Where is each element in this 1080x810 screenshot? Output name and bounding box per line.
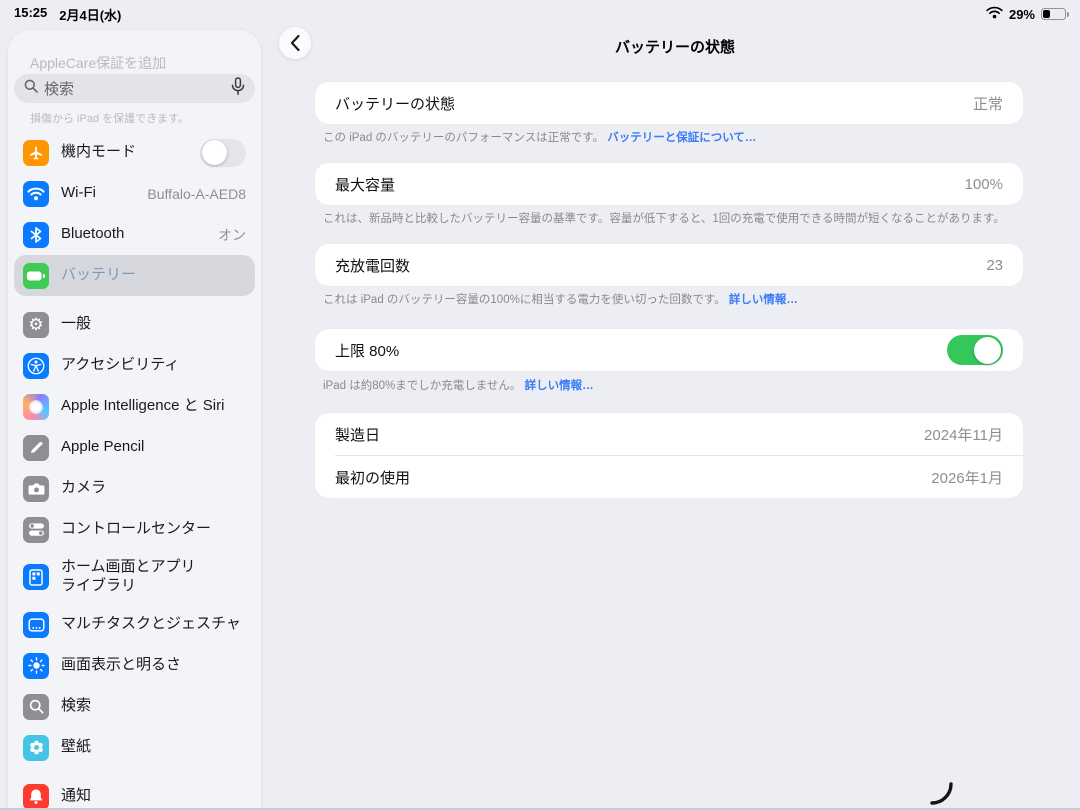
battery-status-icon — [1041, 8, 1066, 20]
sidebar-item-label: Bluetooth — [61, 225, 218, 244]
applecare-banner-caption: 損傷から iPad を保護できます。 — [30, 110, 261, 126]
battery-state-value: 正常 — [973, 93, 1003, 114]
battery-warranty-link[interactable]: バッテリーと保証について… — [607, 132, 756, 144]
charge-limit-footer: iPad は約80%までしか充電しません。 詳しい情報… — [323, 379, 1023, 394]
wallpaper-icon — [23, 735, 49, 761]
ipad-settings-screen: 15:25 2月4日(水) 29% AppleCare保証を追加 検索 損傷から… — [0, 0, 1080, 810]
sidebar-item-apple-pencil[interactable]: Apple Pencil — [14, 427, 255, 468]
bell-icon — [23, 784, 49, 810]
sidebar-item-camera[interactable]: カメラ — [14, 468, 255, 509]
sidebar-item-label: 機内モード — [61, 143, 200, 162]
row-label: 充放電回数 — [335, 255, 986, 276]
cycle-count-row: 充放電回数 23 — [315, 244, 1023, 286]
max-capacity-value: 100% — [965, 176, 1003, 193]
camera-icon — [23, 476, 49, 502]
sidebar-item-label: 画面表示と明るさ — [61, 656, 246, 675]
gear-icon: ⚙ — [23, 312, 49, 338]
sidebar-item-wifi[interactable]: Wi-Fi Buffalo-A-AED8 — [14, 173, 255, 214]
airplane-icon — [23, 140, 49, 166]
row-label: 上限 80% — [335, 340, 947, 361]
sidebar-item-label: Apple Intelligence と Siri — [61, 397, 246, 416]
home-screen-icon — [23, 564, 49, 590]
sidebar-item-label: 通知 — [61, 787, 246, 806]
accessibility-icon — [23, 353, 49, 379]
charge-limit-learn-more-link[interactable]: 詳しい情報… — [525, 380, 594, 392]
row-label: 最大容量 — [335, 174, 965, 195]
sidebar-item-notifications[interactable]: 通知 — [14, 776, 255, 810]
max-capacity-footer: これは、新品時と比較したバッテリー容量の基準です。容量が低下すると、1回の充電で… — [323, 212, 1023, 227]
sidebar-item-multitasking[interactable]: マルチタスクとジェスチャ — [14, 604, 255, 645]
manufacture-date-row: 製造日 2024年11月 — [315, 413, 1023, 455]
multitask-icon — [23, 612, 49, 638]
sidebar-item-label: アクセシビリティ — [61, 356, 246, 375]
sidebar-item-label: バッテリー — [61, 266, 246, 285]
sidebar-item-label: カメラ — [61, 479, 246, 498]
mic-icon[interactable] — [231, 77, 245, 101]
max-capacity-card: 最大容量 100% — [315, 163, 1023, 205]
date: 2月4日(水) — [59, 5, 121, 24]
applecare-banner-title[interactable]: AppleCare保証を追加 — [30, 53, 261, 73]
charge-limit-row: 上限 80% — [315, 329, 1023, 371]
battery-state-row: バッテリーの状態 正常 — [315, 82, 1023, 124]
cycle-count-footer: これは iPad のバッテリー容量の100%に相当する電力を使い切った回数です。… — [323, 293, 1023, 308]
sidebar-item-home-screen[interactable]: ホーム画面とアプリ ライブラリ — [14, 550, 255, 604]
bluetooth-icon — [23, 222, 49, 248]
cycle-count-card: 充放電回数 23 — [315, 244, 1023, 286]
siri-icon — [23, 394, 49, 420]
sidebar-item-label: 一般 — [61, 315, 246, 334]
sidebar-item-label: 検索 — [61, 697, 246, 716]
clock: 15:25 — [14, 5, 47, 24]
bluetooth-state: オン — [218, 225, 246, 245]
sidebar-item-wallpaper[interactable]: 壁紙 — [14, 727, 255, 768]
manufacture-date-value: 2024年11月 — [924, 424, 1003, 445]
search-icon — [24, 79, 38, 98]
settings-sidebar: AppleCare保証を追加 検索 損傷から iPad を保護できます。 機内モ… — [8, 30, 261, 810]
sidebar-item-label: ホーム画面とアプリ ライブラリ — [61, 558, 211, 596]
sidebar-item-bluetooth[interactable]: Bluetooth オン — [14, 214, 255, 255]
battery-health-content: バッテリーの状態 正常 この iPad のバッテリーのパフォーマンスは正常です。… — [315, 0, 1023, 810]
search-field[interactable]: 検索 — [14, 74, 255, 103]
battery-info-card: 製造日 2024年11月 最初の使用 2026年1月 — [315, 413, 1023, 498]
pointer-crescent — [928, 780, 954, 810]
first-use-row: 最初の使用 2026年1月 — [315, 456, 1023, 498]
sidebar-nav: 機内モード Wi-Fi Buffalo-A-AED8 Bluetooth オン — [8, 132, 261, 810]
charge-limit-toggle[interactable] — [947, 335, 1003, 365]
sidebar-item-label: 壁紙 — [61, 738, 246, 757]
cycle-count-learn-more-link[interactable]: 詳しい情報… — [729, 294, 798, 306]
airplane-mode-toggle[interactable] — [200, 139, 246, 167]
control-center-icon — [23, 517, 49, 543]
pencil-icon — [23, 435, 49, 461]
max-capacity-row: 最大容量 100% — [315, 163, 1023, 205]
cycle-count-value: 23 — [986, 257, 1003, 274]
sidebar-item-general[interactable]: ⚙ 一般 — [14, 304, 255, 345]
sidebar-item-label: Wi-Fi — [61, 184, 147, 203]
battery-state-card: バッテリーの状態 正常 — [315, 82, 1023, 124]
sidebar-item-display-brightness[interactable]: 画面表示と明るさ — [14, 645, 255, 686]
row-label: バッテリーの状態 — [335, 93, 973, 114]
brightness-icon — [23, 653, 49, 679]
row-label: 製造日 — [335, 424, 924, 445]
wifi-icon — [23, 181, 49, 207]
sidebar-item-battery[interactable]: バッテリー — [14, 255, 255, 296]
sidebar-item-apple-intelligence-siri[interactable]: Apple Intelligence と Siri — [14, 386, 255, 427]
search-settings-icon — [23, 694, 49, 720]
sidebar-item-label: Apple Pencil — [61, 438, 246, 457]
search-placeholder: 検索 — [44, 78, 225, 99]
sidebar-item-accessibility[interactable]: アクセシビリティ — [14, 345, 255, 386]
sidebar-item-label: マルチタスクとジェスチャ — [61, 615, 246, 634]
charge-limit-card: 上限 80% — [315, 329, 1023, 371]
row-label: 最初の使用 — [335, 467, 931, 488]
sidebar-item-label: コントロールセンター — [61, 520, 246, 539]
sidebar-item-search[interactable]: 検索 — [14, 686, 255, 727]
battery-icon — [23, 263, 49, 289]
sidebar-item-airplane-mode[interactable]: 機内モード — [14, 132, 255, 173]
sidebar-item-control-center[interactable]: コントロールセンター — [14, 509, 255, 550]
battery-state-footer: この iPad のバッテリーのパフォーマンスは正常です。 バッテリーと保証につい… — [323, 131, 1023, 146]
wifi-network-name: Buffalo-A-AED8 — [147, 186, 246, 202]
first-use-value: 2026年1月 — [931, 467, 1003, 488]
